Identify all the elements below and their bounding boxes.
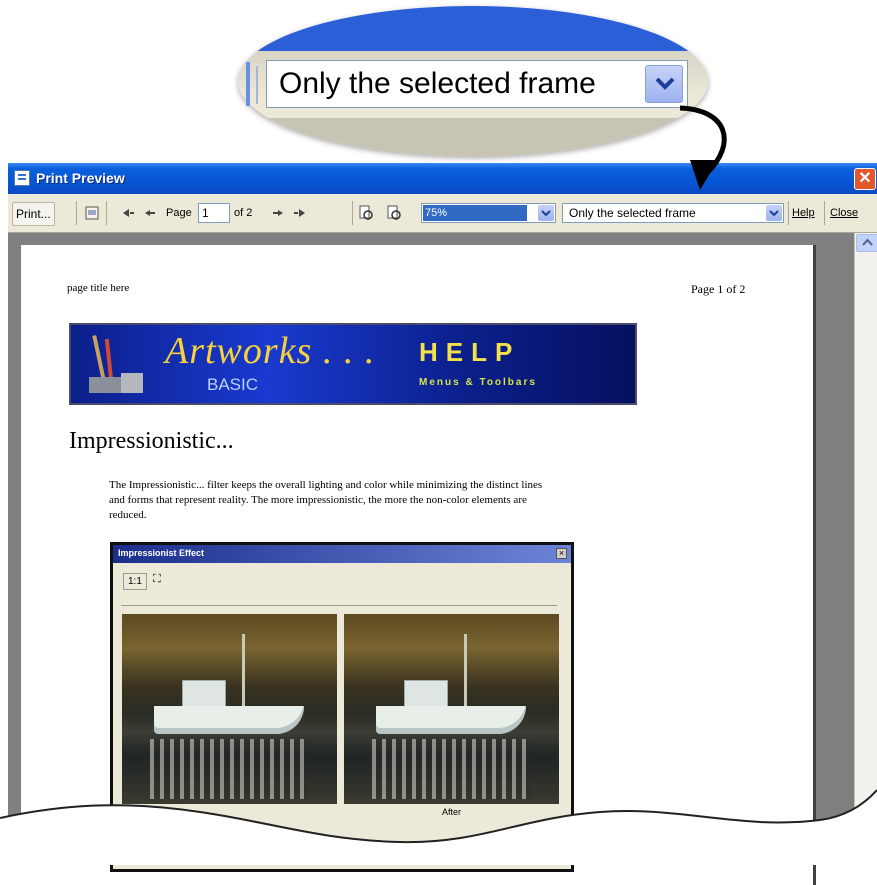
dialog-title-bar: Impressionist Effect ×	[113, 545, 571, 563]
impressionist-dialog-screenshot: Impressionist Effect × 1:1 ⛶ After	[110, 542, 574, 872]
print-button[interactable]: Print...	[12, 202, 55, 226]
page-heading: Impressionistic...	[69, 428, 234, 454]
next-page-icon[interactable]	[270, 205, 286, 221]
page-paragraph: The Impressionistic... filter keeps the …	[109, 479, 543, 521]
toolbar-separator	[824, 201, 825, 225]
preview-page: page title here Page 1 of 2 Artworks . .…	[21, 245, 816, 885]
banner-help: HELP	[419, 337, 521, 367]
dialog-divider	[121, 605, 557, 606]
page-header-left: page title here	[67, 282, 130, 294]
print-preview-icon	[14, 170, 30, 186]
callout-separator-2	[256, 66, 258, 104]
previous-page-icon[interactable]	[142, 205, 158, 221]
preview-toolbar: Print... Page 1 of 2 75% Only the select…	[8, 194, 877, 233]
zoom-select[interactable]: 75%	[421, 203, 556, 223]
banner-menus: Menus & Toolbars	[419, 377, 537, 388]
toolbar-separator	[352, 201, 353, 225]
chevron-down-icon[interactable]	[538, 205, 554, 221]
window-title: Print Preview	[36, 170, 125, 186]
chevron-down-icon[interactable]	[645, 65, 683, 103]
vertical-scrollbar[interactable]	[854, 233, 877, 865]
toolbar-separator	[788, 201, 789, 225]
callout-frame-select-value: Only the selected frame	[279, 67, 596, 100]
last-page-icon[interactable]	[292, 205, 308, 221]
first-page-icon[interactable]	[120, 205, 136, 221]
help-button[interactable]: Help	[792, 202, 815, 224]
close-button[interactable]: Close	[830, 202, 858, 224]
callout-frame-select[interactable]: Only the selected frame	[266, 60, 688, 108]
print-preview-window: Print Preview ✕ Print... Page 1 of 2 75%…	[8, 163, 877, 885]
page-number-input[interactable]: 1	[198, 203, 230, 223]
window-close-button[interactable]: ✕	[854, 168, 876, 190]
callout-separator	[246, 62, 250, 106]
artworks-banner: Artworks . . . BASIC HELP Menus & Toolba…	[69, 323, 637, 405]
page-header-right: Page 1 of 2	[691, 282, 746, 296]
banner-subtitle: BASIC	[207, 375, 259, 394]
actual-size-button: 1:1	[123, 573, 147, 590]
toolbar-separator	[106, 201, 107, 225]
frame-select-value: Only the selected frame	[569, 206, 696, 220]
print-setup-icon[interactable]	[84, 205, 100, 221]
before-photo	[122, 614, 337, 804]
zoom-in-icon[interactable]	[386, 205, 402, 221]
brushes-icon	[89, 335, 143, 393]
callout-toolbar-band	[238, 118, 708, 156]
after-photo	[344, 614, 559, 804]
dialog-close-icon: ×	[556, 548, 567, 559]
toolbar-separator	[76, 201, 77, 225]
title-bar: Print Preview ✕	[8, 163, 877, 194]
after-label: After	[441, 807, 461, 817]
chevron-down-icon[interactable]	[766, 205, 782, 221]
frame-select[interactable]: Only the selected frame	[562, 203, 784, 223]
zoom-out-icon[interactable]	[358, 205, 374, 221]
dialog-title: Impressionist Effect	[118, 548, 205, 558]
banner-title: Artworks . . .	[165, 330, 376, 372]
fit-icon: ⛶	[153, 573, 161, 585]
scroll-up-icon[interactable]	[856, 234, 877, 252]
zoom-select-value: 75%	[423, 205, 527, 221]
preview-area[interactable]: page title here Page 1 of 2 Artworks . .…	[8, 233, 854, 885]
page-count-label: of 2	[234, 207, 253, 219]
page-label: Page	[166, 207, 192, 219]
